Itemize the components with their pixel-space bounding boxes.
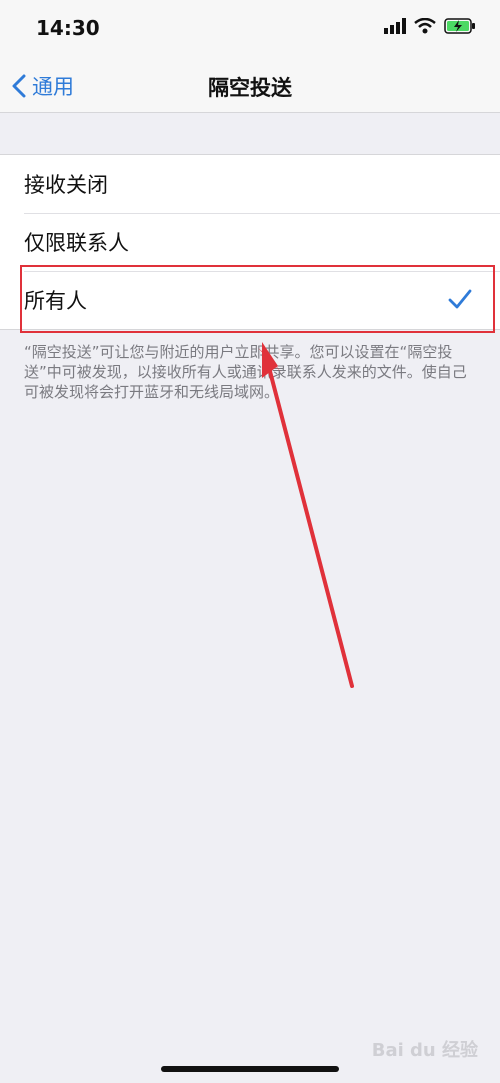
watermark-logo: Bai du 经验	[371, 1040, 478, 1061]
option-contacts-only[interactable]: 仅限联系人	[0, 213, 500, 271]
home-indicator[interactable]	[161, 1066, 339, 1072]
wifi-icon	[414, 18, 436, 34]
nav-bar: 通用 隔空投送	[0, 60, 500, 113]
battery-charging-icon	[444, 18, 475, 34]
page-title: 隔空投送	[208, 76, 292, 100]
option-label: 仅限联系人	[24, 231, 129, 255]
status-time: 14:30	[36, 16, 100, 40]
option-receiving-off[interactable]: 接收关闭	[0, 155, 500, 213]
status-icons	[384, 18, 476, 34]
signal-icon	[384, 18, 406, 34]
option-label: 接收关闭	[24, 173, 108, 197]
option-label: 所有人	[24, 289, 87, 313]
footer-description: “隔空投送”可让您与附近的用户立即共享。您可以设置在“隔空投送”中可被发现，以接…	[24, 343, 467, 401]
checkmark-icon	[448, 289, 472, 309]
airdrop-options-list: 接收关闭 仅限联系人 所有人	[0, 154, 500, 330]
status-bar: 14:30	[0, 0, 500, 60]
option-everyone[interactable]: 所有人	[0, 271, 500, 329]
